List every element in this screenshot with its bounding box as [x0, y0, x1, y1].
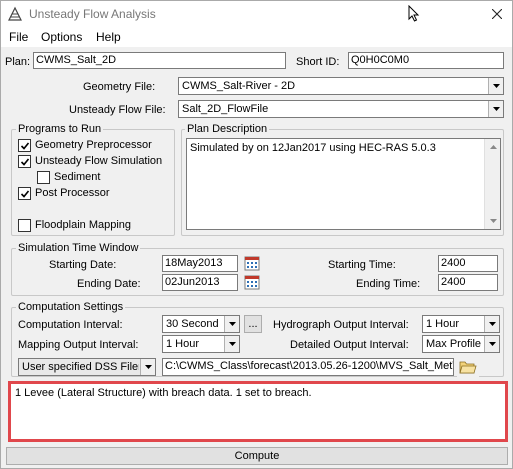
- short-id-label: Short ID:: [296, 56, 340, 68]
- ending-time-label: Ending Time:: [356, 278, 421, 290]
- sediment-label: Sediment: [54, 171, 101, 183]
- chevron-down-icon: [140, 359, 155, 375]
- more-options-button[interactable]: ...: [244, 315, 262, 333]
- mapping-output-interval-label: Mapping Output Interval:: [18, 339, 139, 351]
- starting-date-field[interactable]: 18May2013: [162, 255, 238, 272]
- floodplain-mapping-label: Floodplain Mapping: [35, 219, 132, 231]
- ending-date-field[interactable]: 02Jun2013: [162, 274, 238, 291]
- computation-interval-label: Computation Interval:: [18, 319, 123, 331]
- menu-file[interactable]: File: [9, 30, 28, 44]
- geometry-preprocessor-checkbox[interactable]: [18, 139, 31, 152]
- compute-button[interactable]: Compute: [6, 447, 508, 465]
- plan-description-textarea[interactable]: Simulated by on 12Jan2017 using HEC-RAS …: [186, 138, 501, 230]
- unsteady-flow-simulation-label: Unsteady Flow Simulation: [35, 155, 163, 167]
- mouse-cursor-icon: [399, 3, 429, 25]
- computation-interval-value: 30 Second: [166, 318, 219, 330]
- chevron-down-icon: [484, 336, 499, 352]
- unsteady-flow-window: Unsteady Flow Analysis File Options Help…: [0, 0, 513, 469]
- hec-ras-app-icon: [7, 6, 23, 22]
- calendar-icon[interactable]: [243, 273, 261, 291]
- close-icon[interactable]: [482, 3, 512, 25]
- starting-time-label: Starting Time:: [328, 259, 396, 271]
- floodplain-mapping-checkbox[interactable]: [18, 219, 31, 232]
- post-processor-label: Post Processor: [35, 187, 110, 199]
- starting-time-field[interactable]: 2400: [438, 255, 498, 272]
- chevron-down-icon: [488, 78, 503, 94]
- detailed-output-interval-select[interactable]: Max Profile: [422, 335, 500, 353]
- plan-description-title: Plan Description: [185, 123, 270, 135]
- messages-box: 1 Levee (Lateral Structure) with breach …: [8, 381, 508, 442]
- detailed-output-interval-value: Max Profile: [426, 338, 482, 350]
- dss-mode-value: User specified DSS Filena: [22, 361, 139, 373]
- menu-help[interactable]: Help: [96, 30, 121, 44]
- plan-description-scrollbar[interactable]: [484, 139, 500, 229]
- plan-description-text: Simulated by on 12Jan2017 using HEC-RAS …: [190, 142, 436, 154]
- unsteady-flow-file-select[interactable]: Salt_2D_FlowFile: [178, 100, 504, 118]
- messages-text: 1 Levee (Lateral Structure) with breach …: [15, 387, 312, 399]
- programs-to-run-title: Programs to Run: [16, 123, 104, 135]
- chevron-down-icon: [484, 316, 499, 332]
- plan-field[interactable]: CWMS_Salt_2D: [33, 52, 286, 69]
- title-bar: Unsteady Flow Analysis: [1, 1, 512, 27]
- window-title: Unsteady Flow Analysis: [29, 7, 156, 21]
- unsteady-flow-file-value: Salt_2D_FlowFile: [182, 103, 269, 115]
- chevron-down-icon: [488, 101, 503, 117]
- geometry-file-value: CWMS_Salt-River - 2D: [182, 80, 296, 92]
- computation-interval-select[interactable]: 30 Second: [162, 315, 240, 333]
- computation-settings-title: Computation Settings: [16, 301, 126, 313]
- mapping-output-interval-value: 1 Hour: [166, 338, 200, 350]
- geometry-file-label: Geometry File:: [83, 81, 156, 93]
- chevron-down-icon: [224, 316, 239, 332]
- open-folder-icon[interactable]: [457, 357, 479, 377]
- scroll-down-icon[interactable]: [485, 213, 501, 229]
- starting-date-label: Starting Date:: [49, 259, 117, 271]
- post-processor-checkbox[interactable]: [18, 187, 31, 200]
- mapping-output-interval-select[interactable]: 1 Hour: [162, 335, 240, 353]
- simulation-time-window-title: Simulation Time Window: [16, 242, 141, 254]
- ending-time-field[interactable]: 2400: [438, 274, 498, 291]
- sediment-checkbox[interactable]: [37, 171, 50, 184]
- unsteady-flow-simulation-checkbox[interactable]: [18, 155, 31, 168]
- geometry-preprocessor-label: Geometry Preprocessor: [35, 139, 152, 151]
- hydrograph-output-interval-select[interactable]: 1 Hour: [422, 315, 500, 333]
- unsteady-flow-file-label: Unsteady Flow File:: [69, 104, 166, 116]
- geometry-file-select[interactable]: CWMS_Salt-River - 2D: [178, 77, 504, 95]
- dss-mode-select[interactable]: User specified DSS Filena: [18, 358, 156, 376]
- menu-bar: File Options Help: [1, 27, 512, 47]
- ending-date-label: Ending Date:: [77, 278, 141, 290]
- hydrograph-output-interval-label: Hydrograph Output Interval:: [273, 319, 409, 331]
- chevron-down-icon: [224, 336, 239, 352]
- detailed-output-interval-label: Detailed Output Interval:: [290, 339, 409, 351]
- menu-options[interactable]: Options: [41, 30, 82, 44]
- calendar-icon[interactable]: [243, 254, 261, 272]
- dss-path-field[interactable]: C:\CWMS_Class\forecast\2013.05.26-1200\M…: [162, 358, 454, 376]
- short-id-field[interactable]: Q0H0C0M0: [348, 52, 504, 69]
- hydrograph-output-interval-value: 1 Hour: [426, 318, 460, 330]
- scroll-up-icon[interactable]: [485, 139, 501, 155]
- plan-label: Plan:: [5, 56, 31, 68]
